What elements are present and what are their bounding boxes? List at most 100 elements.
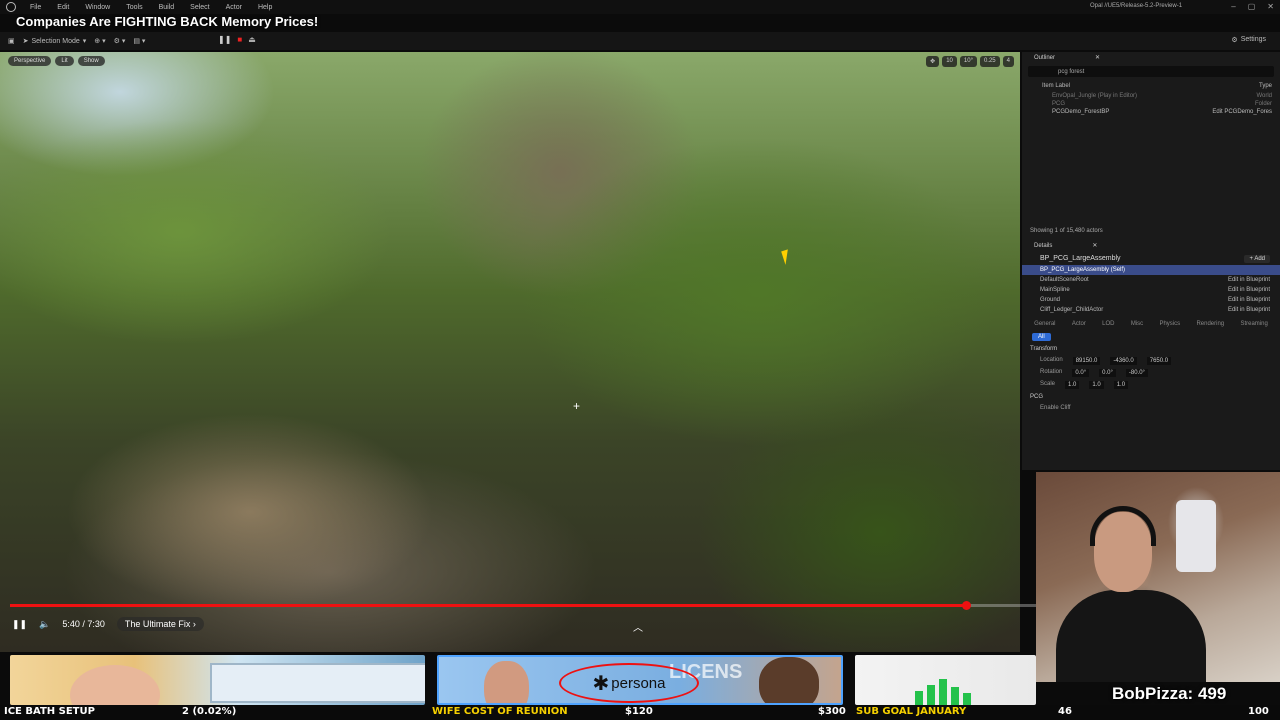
component-action[interactable]: Edit in Blueprint (1228, 277, 1270, 283)
blueprint-icon[interactable]: ⚙ ▾ (114, 37, 126, 45)
scale-y-field[interactable]: 1.0 (1089, 381, 1104, 389)
enable-cliff-property[interactable]: Enable Cliff (1022, 403, 1280, 413)
show-button[interactable]: Show (77, 56, 105, 66)
component-label: MainSpline (1040, 287, 1070, 293)
cursor-icon: ➤ (22, 38, 29, 45)
move-tool-icon[interactable]: ✥ (926, 56, 940, 67)
rotation-x-field[interactable]: 0.0° (1072, 369, 1090, 377)
details-tab[interactable]: Details ✕ (1022, 240, 1280, 251)
menu-build[interactable]: Build (151, 4, 183, 11)
video-progress-fill (10, 604, 967, 607)
category-rendering[interactable]: Rendering (1196, 321, 1224, 327)
rotation-snap-value[interactable]: 10° (959, 56, 977, 67)
component-label: Cliff_Ledger_ChildActor (1040, 307, 1104, 313)
close-tab-icon[interactable]: ✕ (1095, 54, 1100, 61)
minimize-icon[interactable]: – (1231, 2, 1235, 11)
component-action[interactable]: Edit in Blueprint (1228, 307, 1270, 313)
location-x-field[interactable]: 89150.0 (1072, 357, 1101, 365)
details-tab-label: Details (1034, 242, 1053, 249)
rotation-z-field[interactable]: -80.0° (1125, 369, 1148, 377)
grid-snap-value[interactable]: 10 (942, 56, 957, 67)
save-icon[interactable]: ▣ (8, 37, 15, 45)
stop-icon[interactable]: ■ (237, 35, 242, 44)
chapter-button[interactable]: The Ultimate Fix › (116, 617, 204, 631)
eject-icon[interactable]: ⏏ (248, 35, 256, 44)
category-actor[interactable]: Actor (1072, 321, 1086, 327)
menu-edit[interactable]: Edit (49, 4, 77, 11)
pause-video-icon[interactable]: ❚❚ (12, 619, 27, 630)
item-label-column[interactable]: Item Label (1042, 83, 1070, 89)
cinematics-icon[interactable]: ▤ ▾ (133, 37, 145, 45)
volume-icon[interactable]: 🔈 (39, 619, 50, 630)
viewport-transform-tools: ✥ 10 10° 0.25 4 (926, 56, 1014, 67)
scale-x-field[interactable]: 1.0 (1065, 381, 1080, 389)
component-row[interactable]: DefaultSceneRoot Edit in Blueprint (1022, 275, 1280, 285)
level-viewport[interactable]: Perspective Lit Show ✥ 10 10° 0.25 4 + (0, 52, 1020, 652)
category-all-button[interactable]: All (1032, 333, 1051, 341)
close-tab-icon[interactable]: ✕ (1092, 242, 1097, 249)
suggested-video-thumbnail[interactable] (855, 655, 1036, 705)
camera-speed-value[interactable]: 4 (1002, 56, 1014, 67)
outliner-status: Showing 1 of 15,480 actors (1030, 228, 1103, 234)
stream-ticker: ICE BATH SETUP 2 (0.02%) WIFE COST OF RE… (0, 705, 1280, 720)
screen: File Edit Window Tools Build Select Acto… (0, 0, 1280, 720)
category-physics[interactable]: Physics (1159, 321, 1180, 327)
menu-tools[interactable]: Tools (118, 4, 150, 11)
scale-z-field[interactable]: 1.0 (1113, 381, 1129, 389)
pause-icon[interactable]: ❚❚ (218, 35, 231, 44)
row-label: PCG (1052, 101, 1066, 107)
rotation-y-field[interactable]: 0.0° (1099, 369, 1116, 377)
chart-bar (951, 687, 959, 705)
menu-actor[interactable]: Actor (218, 4, 250, 11)
component-row[interactable]: BP_PCG_LargeAssembly (Self) (1022, 265, 1280, 275)
suggested-video-thumbnail[interactable] (10, 655, 425, 705)
category-lod[interactable]: LOD (1102, 321, 1114, 327)
settings-button[interactable]: ⚙ Settings (1231, 36, 1266, 44)
outliner-row[interactable]: EnvOpal_Jungle (Play in Editor) World (1022, 92, 1280, 100)
component-action[interactable]: Edit in Blueprint (1228, 287, 1270, 293)
chart-bar (915, 691, 923, 705)
ticker-amount: $300 (818, 706, 846, 717)
transform-section[interactable]: Transform (1022, 343, 1280, 355)
location-z-field[interactable]: 7650.0 (1146, 357, 1172, 365)
suggested-video-thumbnail[interactable]: LICENS ✱ persona (437, 655, 843, 705)
outliner-row[interactable]: PCG Folder (1022, 100, 1280, 108)
component-row[interactable]: Cliff_Ledger_ChildActor Edit in Blueprint (1022, 305, 1280, 315)
video-progress-bar[interactable] (10, 601, 1038, 610)
menu-help[interactable]: Help (250, 4, 280, 11)
scale-snap-value[interactable]: 0.25 (979, 56, 1000, 67)
persona-text: persona (611, 674, 666, 692)
category-streaming[interactable]: Streaming (1240, 321, 1267, 327)
unreal-logo-icon[interactable] (0, 0, 22, 14)
category-general[interactable]: General (1034, 321, 1055, 327)
pcg-section[interactable]: PCG (1022, 391, 1280, 403)
component-row[interactable]: Ground Edit in Blueprint (1022, 295, 1280, 305)
add-component-button[interactable]: + Add (1244, 255, 1270, 263)
outliner-row[interactable]: PCGDemo_ForestBP Edit PCGDemo_Fores (1022, 108, 1280, 116)
outliner-search-value: pcg forest (1058, 68, 1085, 75)
thumbnail-product (210, 663, 425, 703)
crosshair-icon: + (573, 399, 581, 413)
outliner-search-input[interactable]: pcg forest (1028, 66, 1274, 77)
lit-button[interactable]: Lit (55, 56, 74, 66)
category-misc[interactable]: Misc (1131, 321, 1143, 327)
menu-select[interactable]: Select (182, 4, 217, 11)
settings-label: Settings (1240, 36, 1266, 43)
outliner-tab[interactable]: Outliner ✕ (1022, 52, 1280, 63)
gear-icon: ⚙ (1231, 37, 1238, 44)
type-column[interactable]: Type (1259, 83, 1272, 89)
add-actor-icon[interactable]: ⊕ ▾ (94, 37, 105, 45)
maximize-icon[interactable]: ▢ (1248, 2, 1256, 11)
selection-mode-button[interactable]: ➤ Selection Mode ▾ (22, 37, 87, 46)
component-row[interactable]: MainSpline Edit in Blueprint (1022, 285, 1280, 295)
chevron-up-icon[interactable]: ︿ (633, 619, 643, 634)
close-icon[interactable]: ✕ (1267, 2, 1274, 11)
outliner-panel: Outliner ✕ pcg forest Item Label Type Env… (1022, 52, 1280, 240)
location-y-field[interactable]: -4360.0 (1110, 357, 1137, 365)
menu-window[interactable]: Window (77, 4, 118, 11)
menu-file[interactable]: File (22, 4, 49, 11)
component-action[interactable]: Edit in Blueprint (1228, 297, 1270, 303)
perspective-button[interactable]: Perspective (8, 56, 52, 66)
video-scrubber-handle[interactable] (962, 601, 972, 610)
headset (1090, 506, 1156, 546)
